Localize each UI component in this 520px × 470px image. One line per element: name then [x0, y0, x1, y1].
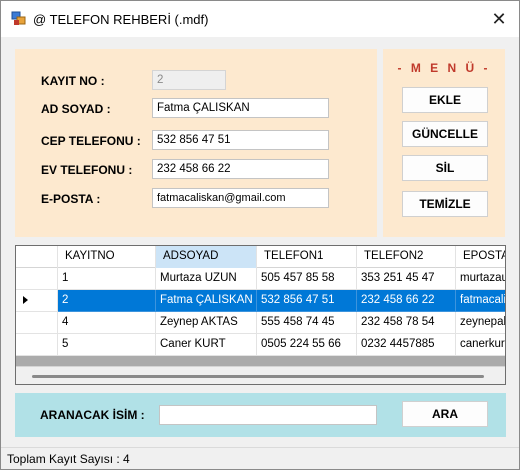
record-count-text: Toplam Kayıt Sayısı : 4 [7, 452, 130, 466]
kayit-no-field: 2 [152, 70, 226, 90]
grid-header: KAYITNO ADSOYAD TELEFON1 TELEFON2 EPOSTA [16, 246, 505, 268]
cell-telefon1[interactable]: 555 458 74 45 [257, 312, 357, 334]
window-title: @ TELEFON REHBERİ (.mdf) [33, 12, 209, 27]
cell-telefon2[interactable]: 0232 4457885 [357, 334, 456, 356]
cell-kayitno[interactable]: 1 [58, 268, 156, 290]
ev-telefonu-label: EV TELEFONU : [41, 163, 133, 177]
cell-telefon1[interactable]: 505 457 85 58 [257, 268, 357, 290]
kayit-no-label: KAYIT NO : [41, 74, 105, 88]
cell-kayitno[interactable]: 4 [58, 312, 156, 334]
app-icon [11, 11, 26, 25]
cell-telefon2[interactable]: 232 458 66 22 [357, 290, 456, 312]
row-header[interactable] [16, 290, 58, 312]
ara-button[interactable]: ARA [402, 401, 488, 427]
record-form-panel: KAYIT NO : 2 AD SOYAD : Fatma ÇALISKAN C… [15, 49, 377, 237]
table-row[interactable]: 4 Zeynep AKTAS 555 458 74 45 232 458 78 … [16, 312, 505, 334]
table-row[interactable]: 5 Caner KURT 0505 224 55 66 0232 4457885… [16, 334, 505, 356]
row-header[interactable] [16, 268, 58, 290]
cell-telefon1[interactable]: 0505 224 55 66 [257, 334, 357, 356]
cell-kayitno[interactable]: 2 [58, 290, 156, 312]
e-posta-field[interactable]: fatmacaliskan@gmail.com [152, 188, 329, 208]
cell-adsoyad[interactable]: Fatma ÇALISKAN [156, 290, 257, 312]
cell-adsoyad[interactable]: Zeynep AKTAS [156, 312, 257, 334]
menu-panel: - M E N Ü - EKLE GÜNCELLE SİL TEMİZLE [383, 49, 505, 237]
cell-eposta[interactable]: fatmacaliskan@gmail.com [456, 290, 505, 312]
column-header-eposta[interactable]: EPOSTA [456, 246, 505, 268]
close-icon[interactable]: ✕ [479, 1, 519, 37]
cell-eposta[interactable]: zeynepaktas@gmail.com [456, 312, 505, 334]
contacts-grid[interactable]: KAYITNO ADSOYAD TELEFON1 TELEFON2 EPOSTA… [15, 245, 506, 385]
search-panel: ARANACAK İSİM : ARA [15, 393, 506, 437]
status-bar: Toplam Kayıt Sayısı : 4 [1, 447, 519, 469]
temizle-button[interactable]: TEMİZLE [402, 191, 488, 217]
cell-adsoyad[interactable]: Murtaza UZUN [156, 268, 257, 290]
search-label: ARANACAK İSİM : [40, 408, 145, 422]
column-header-kayitno[interactable]: KAYITNO [58, 246, 156, 268]
row-header[interactable] [16, 312, 58, 334]
e-posta-label: E-POSTA : [41, 192, 101, 206]
grid-corner [16, 246, 58, 268]
column-header-adsoyad[interactable]: ADSOYAD [156, 246, 257, 268]
scrollbar-thumb[interactable] [32, 375, 484, 378]
ad-soyad-field[interactable]: Fatma ÇALISKAN [152, 98, 329, 118]
cell-telefon2[interactable]: 353 251 45 47 [357, 268, 456, 290]
column-header-telefon2[interactable]: TELEFON2 [357, 246, 456, 268]
cell-eposta[interactable]: canerkurt@gmail.com [456, 334, 505, 356]
guncelle-button[interactable]: GÜNCELLE [402, 121, 488, 147]
ev-telefonu-field[interactable]: 232 458 66 22 [152, 159, 329, 179]
cep-telefonu-field[interactable]: 532 856 47 51 [152, 130, 329, 150]
main-window: @ TELEFON REHBERİ (.mdf) ✕ KAYIT NO : 2 … [0, 0, 520, 470]
cell-telefon2[interactable]: 232 458 78 54 [357, 312, 456, 334]
column-header-telefon1[interactable]: TELEFON1 [257, 246, 357, 268]
cell-eposta[interactable]: murtazauzun@gmail.com [456, 268, 505, 290]
search-input[interactable] [159, 405, 377, 425]
menu-title: - M E N Ü - [397, 61, 491, 75]
ad-soyad-label: AD SOYAD : [41, 102, 111, 116]
cell-telefon1[interactable]: 532 856 47 51 [257, 290, 357, 312]
row-header[interactable] [16, 334, 58, 356]
ekle-button[interactable]: EKLE [402, 87, 488, 113]
current-row-arrow-icon [23, 296, 28, 304]
cell-adsoyad[interactable]: Caner KURT [156, 334, 257, 356]
cell-kayitno[interactable]: 5 [58, 334, 156, 356]
table-row[interactable]: 1 Murtaza UZUN 505 457 85 58 353 251 45 … [16, 268, 505, 290]
cep-telefonu-label: CEP TELEFONU : [41, 134, 141, 148]
sil-button[interactable]: SİL [402, 155, 488, 181]
horizontal-scrollbar[interactable] [16, 366, 505, 384]
table-row-selected[interactable]: 2 Fatma ÇALISKAN 532 856 47 51 232 458 6… [16, 290, 505, 312]
title-bar[interactable]: @ TELEFON REHBERİ (.mdf) ✕ [1, 1, 519, 37]
